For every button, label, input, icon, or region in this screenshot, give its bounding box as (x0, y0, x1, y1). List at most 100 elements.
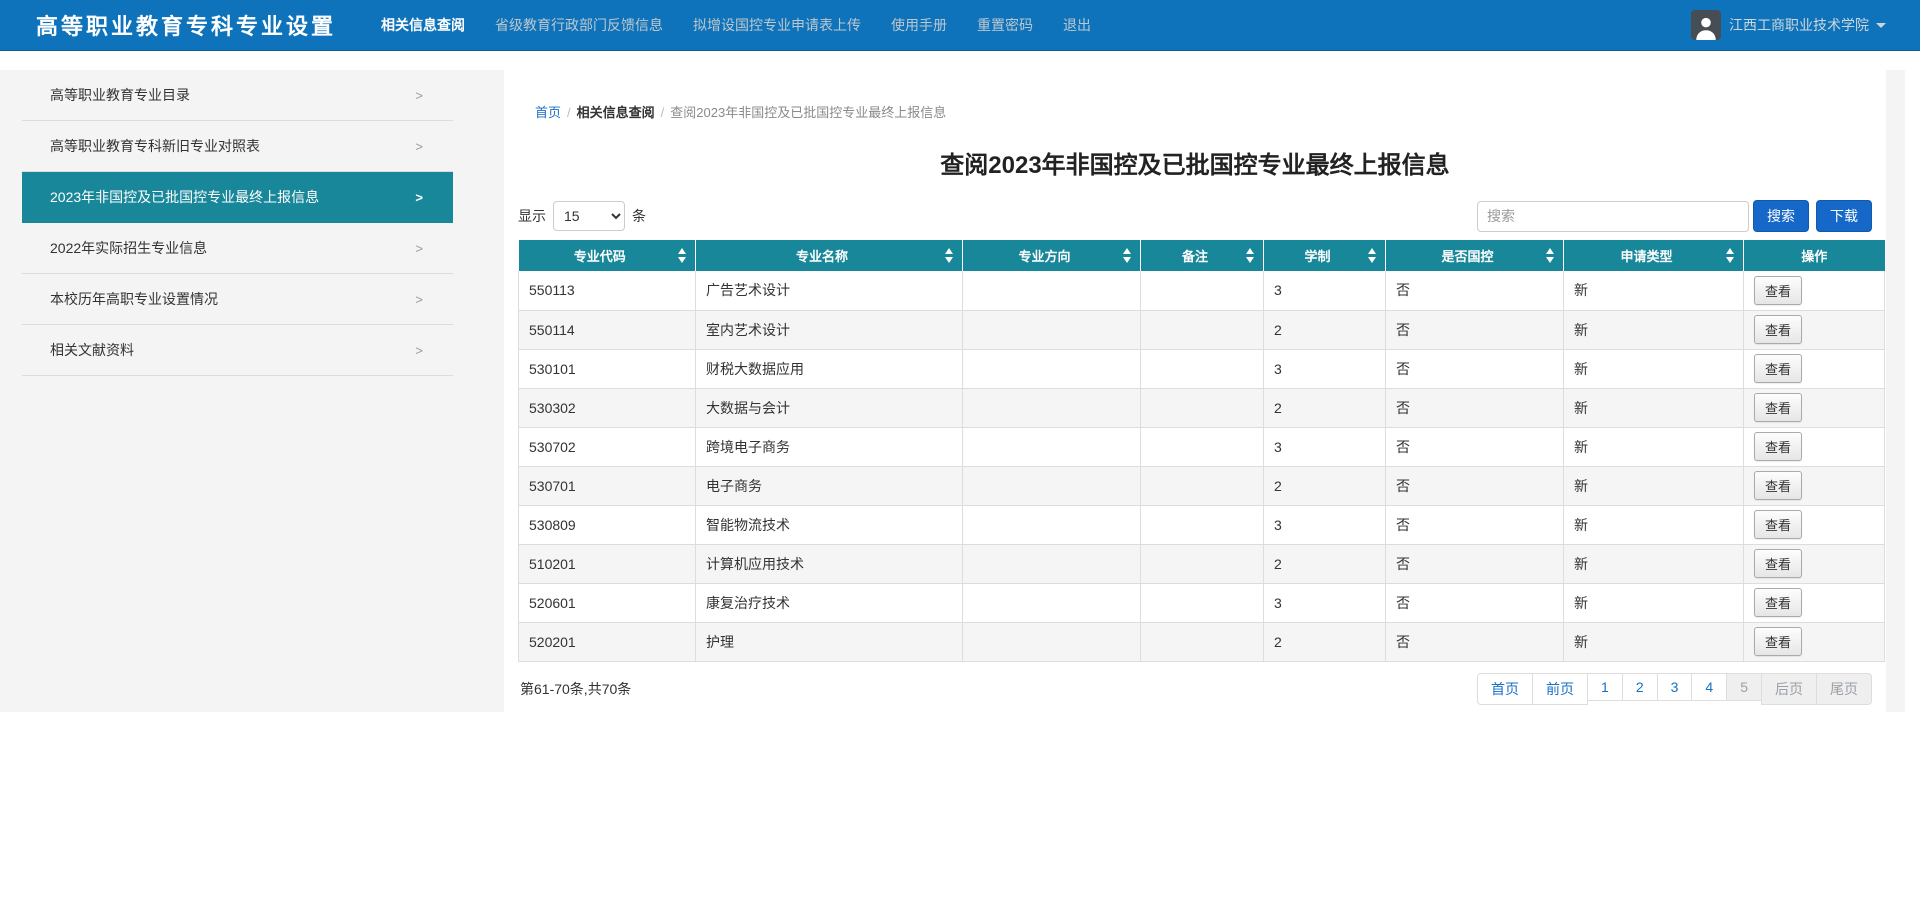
sidebar-item[interactable]: 相关文献资料 > (22, 325, 453, 376)
cell-major-code: 550114 (519, 310, 696, 349)
sort-arrows-icon[interactable] (945, 248, 954, 263)
view-button[interactable]: 查看 (1754, 588, 1802, 617)
user-menu[interactable]: 江西工商职业技术学院 (1691, 10, 1886, 40)
cell-note (1141, 310, 1264, 349)
view-button[interactable]: 查看 (1754, 510, 1802, 539)
table-row: 520601康复治疗技术3否新查看 (519, 583, 1885, 622)
pagination: 首页前页12345后页尾页 (1477, 673, 1872, 705)
table-row: 530101财税大数据应用3否新查看 (519, 349, 1885, 388)
sidebar-item[interactable]: 2023年非国控及已批国控专业最终上报信息> (22, 172, 453, 223)
sort-arrows-icon[interactable] (1546, 248, 1555, 263)
cell-is-controlled: 否 (1386, 427, 1564, 466)
sidebar-item[interactable]: 高等职业教育专科新旧专业对照表> (22, 121, 453, 172)
cell-apply-type: 新 (1564, 544, 1744, 583)
download-button[interactable]: 下载 (1816, 200, 1872, 232)
sidebar-item-label: 相关文献资料 (50, 340, 134, 360)
column-header-label: 专业方向 (1018, 249, 1070, 264)
search-button[interactable]: 搜索 (1753, 200, 1809, 232)
table-row: 530701电子商务2否新查看 (519, 466, 1885, 505)
search-group: 搜索 下载 (1477, 200, 1872, 232)
page-link[interactable]: 1 (1587, 673, 1623, 701)
cell-years: 2 (1264, 544, 1386, 583)
search-input[interactable] (1477, 201, 1749, 232)
column-header[interactable]: 申请类型 (1564, 240, 1744, 271)
column-header[interactable]: 操作 (1744, 240, 1885, 271)
column-header[interactable]: 学制 (1264, 240, 1386, 271)
cell-major-direction (963, 505, 1141, 544)
view-button[interactable]: 查看 (1754, 393, 1802, 422)
view-button[interactable]: 查看 (1754, 276, 1802, 305)
table-row: 550114室内艺术设计2否新查看 (519, 310, 1885, 349)
page-link[interactable]: 首页 (1477, 673, 1533, 705)
column-header[interactable]: 专业代码 (519, 240, 696, 271)
nav-item[interactable]: 重置密码 (962, 0, 1048, 50)
nav-item[interactable]: 省级教育行政部门反馈信息 (480, 0, 678, 50)
pagination-item: 尾页 (1817, 673, 1872, 705)
sort-arrows-icon[interactable] (1368, 248, 1377, 263)
cell-years: 2 (1264, 310, 1386, 349)
view-button[interactable]: 查看 (1754, 315, 1802, 344)
sort-arrows-icon[interactable] (1123, 248, 1132, 263)
cell-years: 3 (1264, 583, 1386, 622)
cell-major-name: 跨境电子商务 (696, 427, 963, 466)
breadcrumb-home-link[interactable]: 首页 (535, 105, 561, 120)
nav-item[interactable]: 拟增设国控专业申请表上传 (678, 0, 876, 50)
cell-years: 3 (1264, 271, 1386, 310)
table-row: 530702跨境电子商务3否新查看 (519, 427, 1885, 466)
view-button[interactable]: 查看 (1754, 432, 1802, 461)
page-link[interactable]: 4 (1691, 673, 1727, 701)
sidebar-item[interactable]: 2022年实际招生专业信息> (22, 223, 453, 274)
sort-arrows-icon[interactable] (1726, 248, 1735, 263)
cell-is-controlled: 否 (1386, 271, 1564, 310)
column-header-label: 专业名称 (796, 249, 848, 264)
page-size-select[interactable]: 15 (553, 201, 625, 231)
cell-years: 3 (1264, 427, 1386, 466)
nav-item[interactable]: 退出 (1048, 0, 1106, 50)
chevron-down-icon (1876, 23, 1886, 28)
cell-action: 查看 (1744, 388, 1885, 427)
page-link[interactable]: 2 (1622, 673, 1658, 701)
breadcrumb-item: 相关信息查阅 (577, 105, 655, 120)
cell-note (1141, 544, 1264, 583)
cell-major-name: 大数据与会计 (696, 388, 963, 427)
cell-is-controlled: 否 (1386, 544, 1564, 583)
page-link[interactable]: 前页 (1532, 673, 1588, 705)
nav-item[interactable]: 使用手册 (876, 0, 962, 50)
view-button[interactable]: 查看 (1754, 471, 1802, 500)
sort-arrows-icon[interactable] (678, 248, 687, 263)
view-button[interactable]: 查看 (1754, 627, 1802, 656)
cell-action: 查看 (1744, 271, 1885, 310)
page-link[interactable]: 3 (1657, 673, 1693, 701)
column-header[interactable]: 备注 (1141, 240, 1264, 271)
pagination-item: 4 (1692, 673, 1727, 705)
view-button[interactable]: 查看 (1754, 549, 1802, 578)
column-header[interactable]: 是否国控 (1386, 240, 1564, 271)
cell-is-controlled: 否 (1386, 583, 1564, 622)
cell-major-direction (963, 622, 1141, 661)
cell-note (1141, 466, 1264, 505)
cell-major-code: 550113 (519, 271, 696, 310)
table-row: 530302大数据与会计2否新查看 (519, 388, 1885, 427)
majors-table: 专业代码专业名称专业方向备注学制是否国控申请类型操作 550113广告艺术设计3… (518, 240, 1885, 662)
chevron-right-icon: > (415, 292, 423, 307)
view-button[interactable]: 查看 (1754, 354, 1802, 383)
column-header[interactable]: 专业方向 (963, 240, 1141, 271)
column-header[interactable]: 专业名称 (696, 240, 963, 271)
cell-apply-type: 新 (1564, 622, 1744, 661)
cell-major-direction (963, 349, 1141, 388)
chevron-right-icon: > (415, 343, 423, 358)
cell-major-name: 护理 (696, 622, 963, 661)
chevron-right-icon: > (415, 88, 423, 103)
cell-note (1141, 349, 1264, 388)
breadcrumb: 首页/相关信息查阅/查阅2023年非国控及已批国控专业最终上报信息 (535, 70, 1872, 121)
cell-major-direction (963, 466, 1141, 505)
sidebar-item[interactable]: 本校历年高职专业设置情况> (22, 274, 453, 325)
cell-action: 查看 (1744, 505, 1885, 544)
cell-major-direction (963, 583, 1141, 622)
cell-major-name: 财税大数据应用 (696, 349, 963, 388)
nav-item[interactable]: 相关信息查阅 (366, 0, 480, 50)
sidebar-item[interactable]: 高等职业教育专业目录> (22, 70, 453, 121)
pagination-item: 2 (1623, 673, 1658, 705)
cell-action: 查看 (1744, 427, 1885, 466)
sort-arrows-icon[interactable] (1246, 248, 1255, 263)
